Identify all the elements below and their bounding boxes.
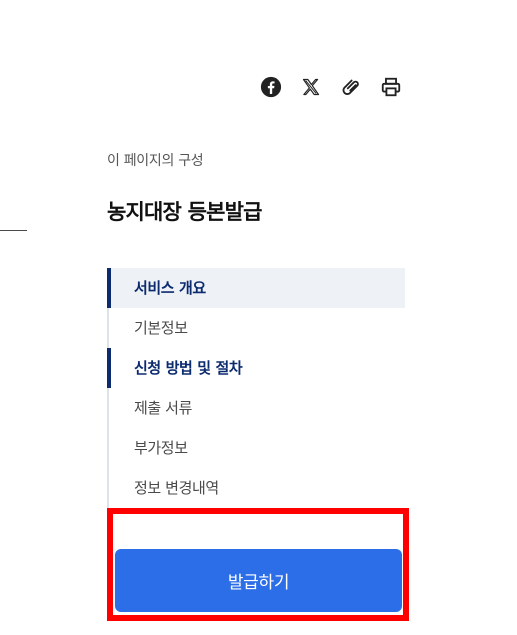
toc-item-service-overview[interactable]: 서비스 개요 bbox=[107, 268, 405, 308]
toc-item-additional-info[interactable]: 부가정보 bbox=[109, 428, 405, 468]
print-icon bbox=[381, 77, 401, 97]
print-button[interactable] bbox=[378, 74, 404, 100]
toc-item-required-documents[interactable]: 제출 서류 bbox=[109, 388, 405, 428]
toc-item-change-history[interactable]: 정보 변경내역 bbox=[109, 468, 405, 508]
toc-item-application-procedure[interactable]: 신청 방법 및 절차 bbox=[107, 348, 405, 388]
toc-caption: 이 페이지의 구성 bbox=[107, 153, 204, 169]
facebook-icon bbox=[260, 76, 282, 98]
x-icon bbox=[302, 78, 320, 96]
page: 이 페이지의 구성 농지대장 등본발급 서비스 개요 기본정보 신청 방법 및 … bbox=[0, 0, 517, 635]
link-icon bbox=[342, 79, 359, 95]
x-share-button[interactable] bbox=[298, 74, 324, 100]
highlight-box bbox=[107, 508, 409, 621]
copy-link-button[interactable] bbox=[338, 74, 364, 100]
share-toolbar bbox=[258, 74, 404, 100]
facebook-share-button[interactable] bbox=[258, 74, 284, 100]
page-title: 농지대장 등본발급 bbox=[107, 200, 262, 224]
toc-item-basic-info[interactable]: 기본정보 bbox=[109, 308, 405, 348]
table-of-contents: 서비스 개요 기본정보 신청 방법 및 절차 제출 서류 부가정보 정보 변경내… bbox=[107, 268, 405, 508]
divider-line bbox=[0, 230, 27, 231]
